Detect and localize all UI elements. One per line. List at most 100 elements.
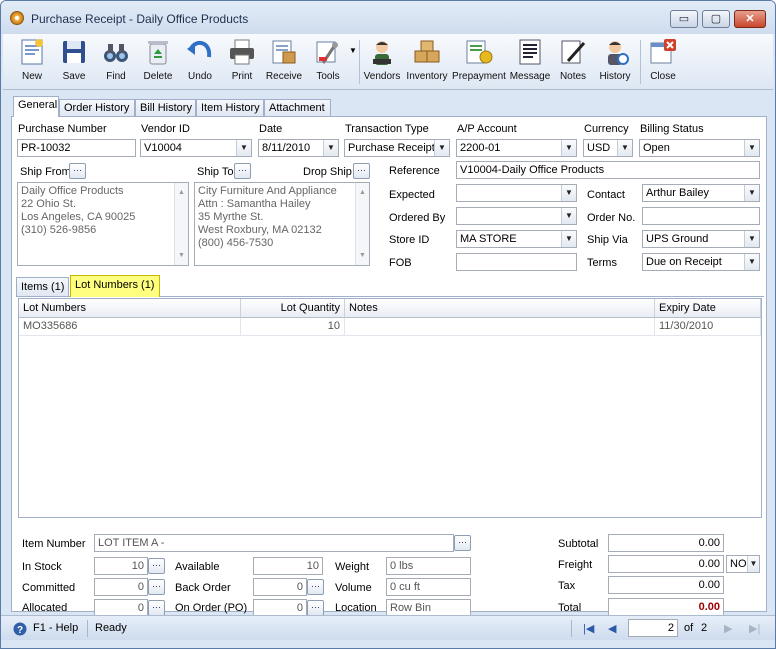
date-field[interactable]: 8/11/2010 ▼ [258, 139, 339, 157]
order-no-field[interactable] [642, 207, 760, 225]
item-number-field[interactable]: LOT ITEM A - [94, 534, 454, 552]
in-stock-field[interactable]: 10 [94, 557, 148, 575]
weight-field[interactable]: 0 lbs [386, 557, 471, 575]
store-id-label: Store ID [389, 234, 430, 246]
billing-status-select[interactable]: Open ▼ [639, 139, 760, 157]
column-header-notes[interactable]: Notes [345, 299, 655, 318]
contact-select[interactable]: Arthur Bailey ▼ [642, 184, 760, 202]
tab-bill-history[interactable]: Bill History [135, 99, 196, 117]
terms-value: Due on Receipt [646, 256, 722, 268]
chevron-down-icon[interactable]: ▼ [744, 231, 759, 247]
ordered-by-select[interactable]: ▼ [456, 207, 577, 225]
new-button[interactable]: New [11, 37, 53, 87]
chevron-down-icon[interactable]: ▼ [561, 140, 576, 156]
notes-button[interactable]: Notes [553, 37, 593, 87]
tab-lot-numbers[interactable]: Lot Numbers (1) [70, 275, 160, 297]
freight-label: Freight [558, 559, 593, 571]
first-page-icon[interactable]: |◀ [583, 622, 594, 635]
contact-label: Contact [587, 189, 625, 201]
column-header-lot-quantity[interactable]: Lot Quantity [241, 299, 345, 318]
ap-account-select[interactable]: 2200-01 ▼ [456, 139, 577, 157]
undo-button[interactable]: Undo [179, 37, 221, 87]
tab-items[interactable]: Items (1) [16, 277, 69, 297]
freight-taxable-select[interactable]: NO ▼ [726, 555, 760, 573]
ship-to-lookup-button[interactable]: ··· [234, 163, 251, 179]
chevron-down-icon[interactable]: ▼ [744, 185, 759, 201]
subtotal-field: 0.00 [608, 534, 724, 552]
tab-attachment[interactable]: Attachment [264, 99, 331, 117]
allocated-lookup-button[interactable]: ··· [148, 600, 165, 616]
chevron-down-icon[interactable]: ▼ [617, 140, 632, 156]
tools-button[interactable]: Tools [305, 37, 351, 87]
currency-select[interactable]: USD ▼ [583, 139, 633, 157]
close-button[interactable]: Close [643, 37, 683, 87]
table-cell[interactable]: 10 [241, 318, 345, 336]
toolbar: New Save Find Delete Undo Print Receive [3, 34, 773, 90]
column-header-lot-numbers[interactable]: Lot Numbers [19, 299, 241, 318]
terms-select[interactable]: Due on Receipt ▼ [642, 253, 760, 271]
receive-button[interactable]: Receive [263, 37, 305, 87]
committed-field[interactable]: 0 [94, 578, 148, 596]
save-button[interactable]: Save [53, 37, 95, 87]
chevron-down-icon[interactable]: ▼ [747, 556, 759, 572]
inventory-button[interactable]: Inventory [403, 37, 451, 87]
tab-item-history[interactable]: Item History [196, 99, 264, 117]
page-number-input[interactable]: 2 [628, 619, 678, 637]
table-cell[interactable]: 11/30/2010 [655, 318, 761, 336]
expected-date-select[interactable]: ▼ [456, 184, 577, 202]
help-label[interactable]: F1 - Help [33, 622, 78, 634]
freight-field[interactable]: 0.00 [608, 555, 724, 573]
reference-field[interactable]: V10004-Daily Office Products [456, 161, 760, 179]
chevron-down-icon[interactable]: ▼ [561, 208, 576, 224]
find-button[interactable]: Find [95, 37, 137, 87]
history-button[interactable]: History [593, 37, 637, 87]
chevron-down-icon[interactable]: ▼ [744, 254, 759, 270]
prepayment-button[interactable]: Prepayment [451, 37, 507, 87]
available-field[interactable]: 10 [253, 557, 323, 575]
message-button[interactable]: Message [507, 37, 553, 87]
store-id-select[interactable]: MA STORE ▼ [456, 230, 577, 248]
next-page-icon[interactable]: ▶ [724, 622, 732, 635]
chevron-down-icon[interactable]: ▼ [744, 140, 759, 156]
tab-general[interactable]: General [13, 96, 59, 117]
vendor-id-select[interactable]: V10004 ▼ [140, 139, 252, 157]
chevron-down-icon[interactable]: ▼ [323, 140, 338, 156]
drop-ship-lookup-button[interactable]: ··· [353, 163, 370, 179]
ship-from-address[interactable]: Daily Office Products 22 Ohio St. Los An… [17, 182, 189, 266]
vendors-button[interactable]: Vendors [361, 37, 403, 87]
maximize-button[interactable]: ▢ [702, 10, 730, 28]
chevron-down-icon[interactable]: ▼ [236, 140, 251, 156]
ship-from-lookup-button[interactable]: ··· [69, 163, 86, 179]
help-icon[interactable]: ? [13, 622, 27, 636]
scrollbar[interactable]: ▲ ▼ [355, 183, 369, 265]
inventory-label: Inventory [406, 71, 448, 82]
print-button[interactable]: Print [221, 37, 263, 87]
ship-to-address[interactable]: City Furniture And Appliance Attn : Sama… [194, 182, 370, 266]
table-cell[interactable] [345, 318, 655, 336]
back-order-lookup-button[interactable]: ··· [307, 579, 324, 595]
chevron-down-icon[interactable]: ▼ [561, 231, 576, 247]
previous-page-icon[interactable]: ◀ [608, 622, 616, 635]
chevron-down-icon[interactable]: ▼ [434, 140, 449, 156]
back-order-field[interactable]: 0 [253, 578, 307, 596]
purchase-number-field[interactable]: PR-10032 [17, 139, 136, 157]
back-order-label: Back Order [175, 582, 231, 594]
committed-lookup-button[interactable]: ··· [148, 579, 165, 595]
chevron-down-icon[interactable]: ▼ [561, 185, 576, 201]
volume-field[interactable]: 0 cu ft [386, 578, 471, 596]
close-window-button[interactable]: ✕ [734, 10, 766, 28]
delete-button[interactable]: Delete [137, 37, 179, 87]
tab-order-history[interactable]: Order History [59, 99, 135, 117]
column-header-expiry-date[interactable]: Expiry Date [655, 299, 761, 318]
item-lookup-button[interactable]: ··· [454, 535, 471, 551]
transaction-type-select[interactable]: Purchase Receipt ▼ [344, 139, 450, 157]
scrollbar[interactable]: ▲ ▼ [174, 183, 188, 265]
on-order-lookup-button[interactable]: ··· [307, 600, 324, 616]
minimize-button[interactable]: ▭ [670, 10, 698, 28]
ship-via-select[interactable]: UPS Ground ▼ [642, 230, 760, 248]
tools-dropdown-icon[interactable]: ▼ [349, 46, 357, 55]
last-page-icon[interactable]: ▶| [749, 622, 760, 635]
fob-field[interactable] [456, 253, 577, 271]
table-cell[interactable]: MO335686 [19, 318, 241, 336]
in-stock-lookup-button[interactable]: ··· [148, 558, 165, 574]
